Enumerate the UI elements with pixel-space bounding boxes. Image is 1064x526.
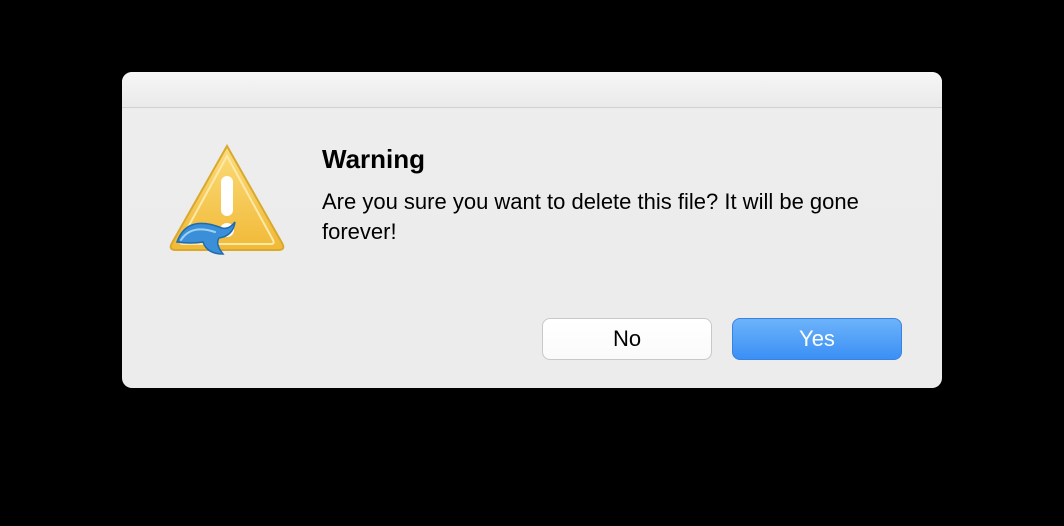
dialog-content: Warning Are you sure you want to delete …: [122, 108, 942, 288]
dialog-titlebar: [122, 72, 942, 108]
warning-dialog: Warning Are you sure you want to delete …: [122, 72, 942, 388]
no-button[interactable]: No: [542, 318, 712, 360]
dialog-buttons: No Yes: [542, 318, 902, 360]
dialog-text: Warning Are you sure you want to delete …: [322, 138, 902, 268]
dialog-message: Are you sure you want to delete this fil…: [322, 187, 862, 246]
dialog-title: Warning: [322, 144, 902, 175]
yes-button[interactable]: Yes: [732, 318, 902, 360]
warning-icon: [162, 138, 292, 268]
